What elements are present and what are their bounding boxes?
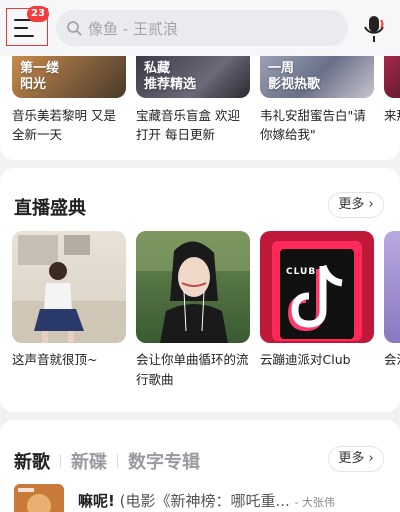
song-title-row[interactable]: 嘛呢! (电影《新神榜：哪吒重... - 大张伟 — [78, 490, 335, 511]
playlist-cover[interactable]: 一周 影视热歌 — [260, 56, 374, 98]
tab-divider — [117, 454, 118, 468]
tab-new-songs[interactable]: 新歌 — [14, 448, 50, 474]
song-cover-image — [14, 484, 64, 512]
playlist-caption[interactable]: 韦礼安甜蜜告白"请你嫁给我" — [260, 106, 374, 144]
live-section: 直播盛典 更多 › 这声音就很顶~ 会让你单曲循环的流行歌曲 CLUB 云蹦迪派… — [0, 168, 400, 412]
new-songs-tabs: 新歌 新碟 数字专辑 — [14, 448, 200, 474]
playlist-caption[interactable]: 来那 — [384, 106, 400, 125]
tab-new-albums[interactable]: 新碟 — [71, 448, 107, 474]
playlist-cover[interactable]: 私藏 推荐精选 — [136, 56, 250, 98]
top-bar: 23 像鱼 - 王贰浪 — [0, 0, 400, 56]
live-caption[interactable]: 云蹦迪派对Club — [260, 350, 376, 370]
live-cover-image — [12, 235, 126, 343]
more-label: 更多 — [338, 451, 365, 466]
playlist-cover-text: 一周 影视热歌 — [268, 61, 321, 92]
live-cover[interactable] — [136, 231, 250, 343]
notification-badge: 23 — [27, 6, 49, 22]
live-cover[interactable] — [384, 231, 400, 343]
chevron-right-icon: › — [364, 451, 374, 466]
playlist-cover-text: 第一缕 阳光 — [20, 61, 60, 92]
tab-divider — [60, 454, 61, 468]
live-caption[interactable]: 会让你单曲循环的流行歌曲 — [136, 350, 252, 390]
menu-button[interactable]: 23 — [6, 6, 49, 46]
search-icon — [67, 21, 82, 36]
more-label: 更多 — [338, 197, 365, 212]
song-title: 嘛呢! — [78, 492, 115, 510]
playlist-caption[interactable]: 音乐美若黎明 又是全新一天 — [12, 106, 126, 144]
playlist-cover[interactable] — [384, 56, 400, 98]
live-cover[interactable] — [12, 231, 126, 343]
menu-icon — [14, 19, 34, 43]
section-title: 直播盛典 — [14, 198, 86, 219]
song-subtitle: (电影《新神榜：哪吒重... — [119, 492, 290, 510]
new-songs-section: 新歌 新碟 数字专辑 更多 › 嘛呢! (电影《新神榜：哪吒重... - 大张伟 — [0, 420, 400, 512]
live-caption[interactable]: 这声音就很顶~ — [12, 350, 128, 370]
playlist-caption[interactable]: 宝藏音乐盲盒 欢迎打开 每日更新 — [136, 106, 250, 144]
search-placeholder: 像鱼 - 王贰浪 — [88, 19, 178, 38]
more-button[interactable]: 更多 › — [328, 192, 384, 218]
chevron-right-icon: › — [364, 197, 374, 212]
live-cover-label: CLUB — [286, 267, 317, 277]
live-cover-image — [272, 241, 362, 341]
song-cover[interactable] — [14, 484, 64, 512]
recommend-playlists: 第一缕 阳光 音乐美若黎明 又是全新一天 私藏 推荐精选 宝藏音乐盲盒 欢迎打开… — [0, 56, 400, 160]
live-cover[interactable]: CLUB — [260, 231, 374, 343]
microphone-icon[interactable] — [362, 14, 388, 44]
playlist-cover[interactable]: 第一缕 阳光 — [12, 56, 126, 98]
live-caption[interactable]: 会流 — [384, 350, 400, 370]
search-input[interactable]: 像鱼 - 王贰浪 — [56, 10, 348, 46]
song-artist: - 大张伟 — [294, 496, 336, 509]
more-button[interactable]: 更多 › — [328, 446, 384, 472]
tab-digital-albums[interactable]: 数字专辑 — [128, 448, 200, 474]
playlist-cover-text: 私藏 推荐精选 — [144, 61, 197, 92]
live-cover-image — [136, 231, 250, 343]
